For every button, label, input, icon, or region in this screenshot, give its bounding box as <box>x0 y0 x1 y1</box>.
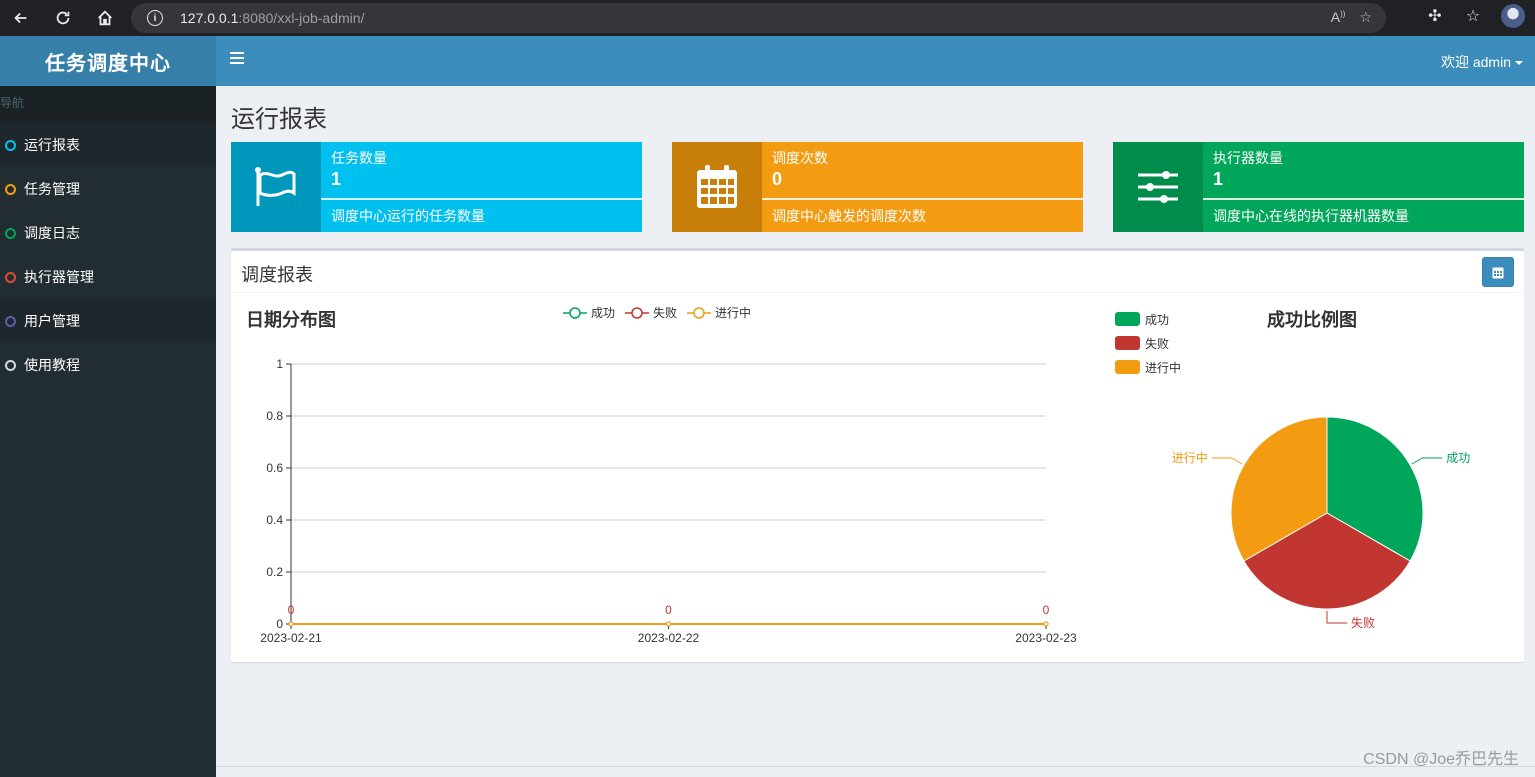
favorite-add-icon[interactable]: ☆ <box>1359 9 1372 26</box>
info-box-executor-count: 执行器数量 1 调度中心在线的执行器机器数量 <box>1113 142 1524 232</box>
favorites-icon[interactable]: ☆ <box>1463 6 1483 26</box>
circle-icon <box>5 359 16 371</box>
reload-icon[interactable] <box>48 3 78 33</box>
series-point <box>666 621 671 627</box>
footer-divider <box>216 766 1535 767</box>
data-label: 0 <box>1043 603 1050 617</box>
report-box: 调度报表 日期分布图 成功 失败 进行中 0 0.2 0.4 0.6 0.8 1 2023-02… <box>231 248 1524 662</box>
x-tick-label: 2023-02-23 <box>1015 631 1077 645</box>
sidebar-item-2[interactable]: 调度日志 <box>0 211 216 255</box>
info-desc: 调度中心在线的执行器机器数量 <box>1213 208 1409 224</box>
top-navbar: 欢迎 admin <box>216 36 1535 86</box>
line-chart: 0 0.2 0.4 0.6 0.8 1 2023-02-21 2023-02-22 2023-0… <box>260 357 1077 645</box>
sidebar-item-label: 用户管理 <box>24 313 80 329</box>
sidebar-item-4[interactable]: 用户管理 <box>0 299 216 343</box>
sidebar: 导航 运行报表任务管理调度日志执行器管理用户管理使用教程 <box>0 86 216 777</box>
sidebar-item-label: 运行报表 <box>24 137 80 153</box>
data-label: 0 <box>288 603 295 617</box>
info-box-trigger-count: 调度次数 0 调度中心触发的调度次数 <box>672 142 1083 232</box>
watermark: CSDN @Joe乔巴先生 <box>1363 751 1519 768</box>
app-logo[interactable]: 任务调度中心 <box>0 36 216 86</box>
info-desc: 调度中心触发的调度次数 <box>772 208 926 224</box>
sidebar-item-label: 调度日志 <box>24 225 80 241</box>
calendar-icon <box>672 142 762 232</box>
caret-down-icon <box>1515 61 1523 66</box>
data-label: 0 <box>665 603 672 617</box>
progress-divider <box>1203 198 1524 200</box>
pie-label: 进行中 <box>1172 450 1208 465</box>
pie-label: 失败 <box>1351 615 1375 630</box>
sidebar-toggle-icon[interactable] <box>230 52 244 66</box>
info-value: 1 <box>1213 169 1224 189</box>
x-tick-label: 2023-02-22 <box>638 631 700 645</box>
pie-label-line <box>1326 611 1347 624</box>
back-icon[interactable] <box>6 3 36 33</box>
info-value: 1 <box>331 169 342 189</box>
sidebar-item-1[interactable]: 任务管理 <box>0 167 216 211</box>
series-point <box>288 621 294 627</box>
url-text: 127.0.0.1:8080/xxl-job-admin/ <box>180 10 365 26</box>
sliders-icon <box>1113 142 1203 232</box>
circle-icon <box>5 271 16 283</box>
series-point <box>1043 621 1049 627</box>
info-label: 调度次数 <box>772 150 828 166</box>
sidebar-item-0[interactable]: 运行报表 <box>0 123 216 167</box>
sidebar-item-5[interactable]: 使用教程 <box>0 343 216 387</box>
flag-icon <box>231 142 321 232</box>
sidebar-item-label: 执行器管理 <box>24 269 94 285</box>
browser-toolbar: i 127.0.0.1:8080/xxl-job-admin/ A)) ☆ ✣ … <box>0 0 1535 36</box>
circle-icon <box>5 227 16 239</box>
progress-divider <box>762 198 1083 200</box>
pie-label-line <box>1211 457 1243 465</box>
extensions-icon[interactable]: ✣ <box>1425 6 1445 26</box>
pie-label: 成功 <box>1446 451 1470 465</box>
progress-divider <box>321 198 642 200</box>
site-info-icon[interactable]: i <box>147 10 163 26</box>
pie-label-line <box>1411 457 1443 465</box>
pie-chart: 成功失败 进行中 <box>1172 416 1470 630</box>
info-label: 任务数量 <box>331 150 387 166</box>
sidebar-item-3[interactable]: 执行器管理 <box>0 255 216 299</box>
info-desc: 调度中心运行的任务数量 <box>331 208 485 224</box>
address-bar[interactable]: i 127.0.0.1:8080/xxl-job-admin/ A)) ☆ <box>131 3 1386 33</box>
sidebar-header: 导航 <box>0 86 216 123</box>
sidebar-item-label: 使用教程 <box>24 357 80 373</box>
home-icon[interactable] <box>90 3 120 33</box>
profile-avatar[interactable] <box>1501 4 1525 28</box>
user-menu[interactable]: 欢迎 admin <box>1441 52 1523 72</box>
info-box-task-count: 任务数量 1 调度中心运行的任务数量 <box>231 142 642 232</box>
circle-icon <box>5 183 16 195</box>
y-tick-label: 0 <box>276 617 283 631</box>
circle-icon <box>5 139 16 151</box>
y-tick-label: 0.4 <box>266 513 283 527</box>
sidebar-item-label: 任务管理 <box>24 181 80 197</box>
y-tick-label: 0.8 <box>266 409 283 423</box>
read-aloud-icon[interactable]: A)) <box>1331 9 1346 26</box>
info-label: 执行器数量 <box>1213 150 1283 166</box>
page-title: 运行报表 <box>231 106 327 133</box>
circle-icon <box>5 315 16 327</box>
y-tick-label: 0.2 <box>266 565 283 579</box>
info-value: 0 <box>772 169 783 189</box>
y-tick-label: 0.6 <box>266 461 283 475</box>
main-content: 运行报表 任务数量 1 调度中心运行的任务数量 调度次数 0 调度中心触发的调度… <box>216 86 1535 777</box>
y-tick-label: 1 <box>276 357 283 371</box>
x-tick-label: 2023-02-21 <box>260 631 322 645</box>
